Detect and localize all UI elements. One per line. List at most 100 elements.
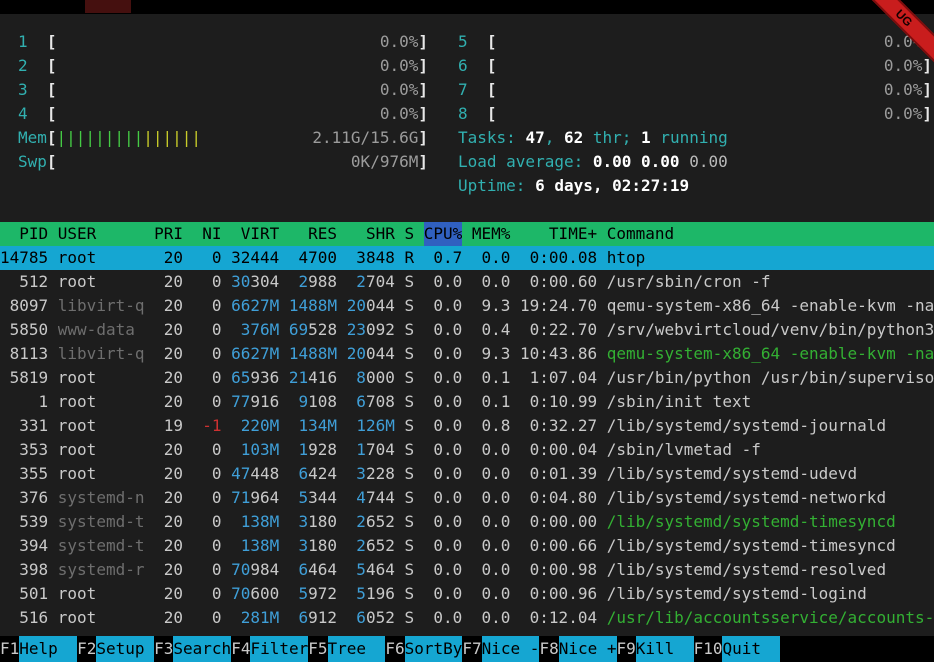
fkey-action-label: Tree [328, 636, 386, 662]
column-header-res[interactable]: RES [289, 222, 337, 246]
meter-spacer [57, 150, 351, 174]
process-row[interactable]: 355root2004744864243228S0.00.00:01.39/li… [0, 462, 934, 486]
fkey-f6[interactable]: F6SortBy [385, 636, 462, 662]
cell-ni: 0 [193, 462, 222, 486]
cell-cpu: 0.0 [424, 606, 463, 630]
fkey-number: F10 [694, 636, 723, 662]
fkey-f4[interactable]: F4Filter [231, 636, 308, 662]
process-row[interactable]: 394systemd-t200138M31802652S0.00.00:00.6… [0, 534, 934, 558]
meter-bracket-open: [ [47, 150, 57, 174]
process-row[interactable]: 376systemd-n2007196453444744S0.00.00:04.… [0, 486, 934, 510]
fkey-number: F3 [154, 636, 173, 662]
load-5min: 0.00 [641, 152, 689, 171]
process-row[interactable]: 8113libvirt-q2006627M1488M20044S0.09.310… [0, 342, 934, 366]
cell-cpu: 0.0 [424, 558, 463, 582]
cell-res: 1488M [289, 294, 337, 318]
cell-res: 6424 [289, 462, 337, 486]
cpu-meter: 5[0.0%] [458, 30, 932, 54]
cell-s: R [404, 246, 414, 270]
cell-s: S [404, 606, 414, 630]
cell-user: www-data [58, 318, 145, 342]
cell-user: root [58, 366, 145, 390]
process-row[interactable]: 5819root20065936214168000S0.00.11:07.04/… [0, 366, 934, 390]
column-header-shr[interactable]: SHR [347, 222, 395, 246]
process-row[interactable]: 1root2007791691086708S0.00.10:10.99/sbin… [0, 390, 934, 414]
cpu-meter-bar: 0.0% [57, 30, 419, 54]
process-row[interactable]: 398systemd-r2007098464645464S0.00.00:00.… [0, 558, 934, 582]
cell-cmd: qemu-system-x86_64 -enable-kvm -na [607, 342, 934, 366]
cell-pri: 20 [154, 270, 183, 294]
fkey-f7[interactable]: F7Nice - [462, 636, 539, 662]
cell-time: 0:00.98 [520, 558, 597, 582]
cell-time: 0:04.80 [520, 486, 597, 510]
fkey-f10[interactable]: F10Quit [694, 636, 781, 662]
threads-count: 62 [564, 128, 583, 147]
column-header-virt[interactable]: VIRT [231, 222, 279, 246]
cell-shr: 6708 [347, 390, 395, 414]
cell-cmd: /sbin/init text [607, 390, 934, 414]
process-row[interactable]: 516root200281M69126052S0.00.00:12.04/usr… [0, 606, 934, 630]
process-row[interactable]: 501root2007060059725196S0.00.00:00.96/li… [0, 582, 934, 606]
threads-label: thr; [583, 128, 641, 147]
process-row[interactable]: 353root200103M19281704S0.00.00:00.04/sbi… [0, 438, 934, 462]
cell-mem: 0.0 [472, 486, 511, 510]
tasks-summary: Tasks: 47, 62 thr; 1 running [458, 126, 932, 150]
column-header-time[interactable]: TIME+ [520, 222, 597, 246]
meter-bracket-open: [ [47, 102, 57, 126]
memory-usage-text: 2.11G/15.6G [312, 126, 418, 150]
cell-cpu: 0.0 [424, 438, 463, 462]
cell-res: 3180 [289, 510, 337, 534]
fkey-number: F6 [385, 636, 404, 662]
fkey-f1[interactable]: F1Help [0, 636, 77, 662]
cell-user: root [58, 438, 145, 462]
fkey-f2[interactable]: F2Setup [77, 636, 154, 662]
process-row[interactable]: 512root2003030429882704S0.00.00:00.60/us… [0, 270, 934, 294]
process-row[interactable]: 331root19-1220M134M126MS0.00.80:32.27/li… [0, 414, 934, 438]
cell-pid: 398 [0, 558, 48, 582]
column-header-s[interactable]: S [404, 222, 414, 246]
cell-pid: 331 [0, 414, 48, 438]
cell-ni: 0 [193, 582, 222, 606]
cell-mem: 0.0 [472, 438, 511, 462]
fkey-f8[interactable]: F8Nice + [539, 636, 616, 662]
cpu-meter: 3[0.0%] [18, 78, 428, 102]
cell-pri: 20 [154, 558, 183, 582]
column-header-ni[interactable]: NI [193, 222, 222, 246]
cell-time: 19:24.70 [520, 294, 597, 318]
process-row[interactable]: 5850www-data200376M6952823092S0.00.40:22… [0, 318, 934, 342]
column-header-mem[interactable]: MEM% [472, 222, 511, 246]
cell-mem: 0.0 [472, 558, 511, 582]
memory-cache-bars: |||||| [143, 126, 201, 150]
fkey-number: F4 [231, 636, 250, 662]
cell-virt: 70600 [231, 582, 279, 606]
fkey-f5[interactable]: F5Tree [308, 636, 385, 662]
fkey-number: F1 [0, 636, 19, 662]
process-row[interactable]: 14785root2003244447003848R0.70.00:00.08h… [0, 246, 934, 270]
column-header-cpu[interactable]: CPU% [424, 222, 463, 246]
process-row[interactable]: 539systemd-t200138M31802652S0.00.00:00.0… [0, 510, 934, 534]
cell-res: 2988 [289, 270, 337, 294]
cell-cpu: 0.0 [424, 510, 463, 534]
cell-ni: 0 [193, 294, 222, 318]
running-label: running [651, 128, 728, 147]
cpu-percent: 0.0% [380, 78, 419, 102]
column-header-user[interactable]: USER [58, 222, 145, 246]
cell-cpu: 0.0 [424, 390, 463, 414]
column-header-cmd[interactable]: Command [607, 222, 934, 246]
cell-virt: 6627M [231, 294, 279, 318]
fkey-f3[interactable]: F3Search [154, 636, 231, 662]
column-header-pri[interactable]: PRI [154, 222, 183, 246]
meter-spacer [497, 54, 884, 78]
cell-cpu: 0.0 [424, 318, 463, 342]
cpu-meter: 8[0.0%] [458, 102, 932, 126]
cell-mem: 0.0 [472, 534, 511, 558]
cell-pid: 376 [0, 486, 48, 510]
cell-virt: 220M [231, 414, 279, 438]
fkey-f9[interactable]: F9Kill [617, 636, 694, 662]
column-header-pid[interactable]: PID [0, 222, 48, 246]
cell-shr: 3228 [347, 462, 395, 486]
process-row[interactable]: 8097libvirt-q2006627M1488M20044S0.09.319… [0, 294, 934, 318]
cell-pri: 20 [154, 582, 183, 606]
cell-mem: 0.1 [472, 390, 511, 414]
cell-res: 3180 [289, 534, 337, 558]
